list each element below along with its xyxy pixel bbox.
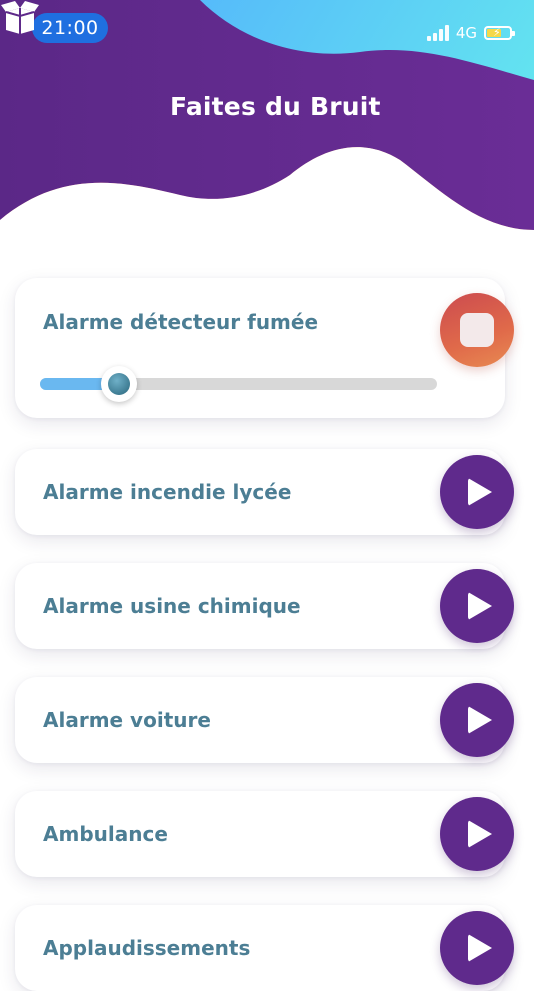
sound-item-ambulance[interactable]: Ambulance — [15, 791, 514, 877]
network-type: 4G — [455, 24, 477, 42]
page-title: Faites du Bruit — [170, 92, 381, 121]
play-icon — [468, 592, 492, 620]
sound-item-school-fire-alarm[interactable]: Alarme incendie lycée — [15, 449, 514, 535]
play-button[interactable] — [440, 797, 514, 871]
stop-icon — [460, 313, 494, 347]
play-icon — [468, 706, 492, 734]
play-icon — [468, 820, 492, 848]
sound-item-smoke-alarm[interactable]: Alarme détecteur fumée — [15, 278, 514, 418]
play-button[interactable] — [440, 455, 514, 529]
sound-item-label: Alarme usine chimique — [43, 594, 301, 618]
signal-strength-icon — [426, 25, 449, 41]
play-button[interactable] — [440, 569, 514, 643]
playback-progress-slider[interactable] — [40, 366, 437, 402]
play-button[interactable] — [440, 683, 514, 757]
battery-icon: ⚡ — [484, 26, 515, 40]
play-button[interactable] — [440, 911, 514, 985]
sound-item-label: Alarme voiture — [43, 708, 211, 732]
play-icon — [468, 478, 492, 506]
play-icon — [468, 934, 492, 962]
status-indicators: 4G ⚡ — [426, 22, 515, 44]
open-box-icon[interactable] — [0, 0, 40, 34]
status-time: 21:00 — [32, 13, 108, 43]
sound-item-label: Alarme détecteur fumée — [43, 310, 319, 334]
sound-item-label: Ambulance — [43, 822, 168, 846]
sound-item-label: Applaudissements — [43, 936, 251, 960]
sound-item-applause[interactable]: Applaudissements — [15, 905, 514, 991]
sound-item-chemical-plant-alarm[interactable]: Alarme usine chimique — [15, 563, 514, 649]
slider-thumb[interactable] — [101, 366, 138, 402]
sound-item-car-alarm[interactable]: Alarme voiture — [15, 677, 514, 763]
sound-item-label: Alarme incendie lycée — [43, 480, 292, 504]
header: 21:00 4G ⚡ Faites du Bruit — [0, 0, 534, 260]
stop-button[interactable] — [440, 293, 514, 367]
